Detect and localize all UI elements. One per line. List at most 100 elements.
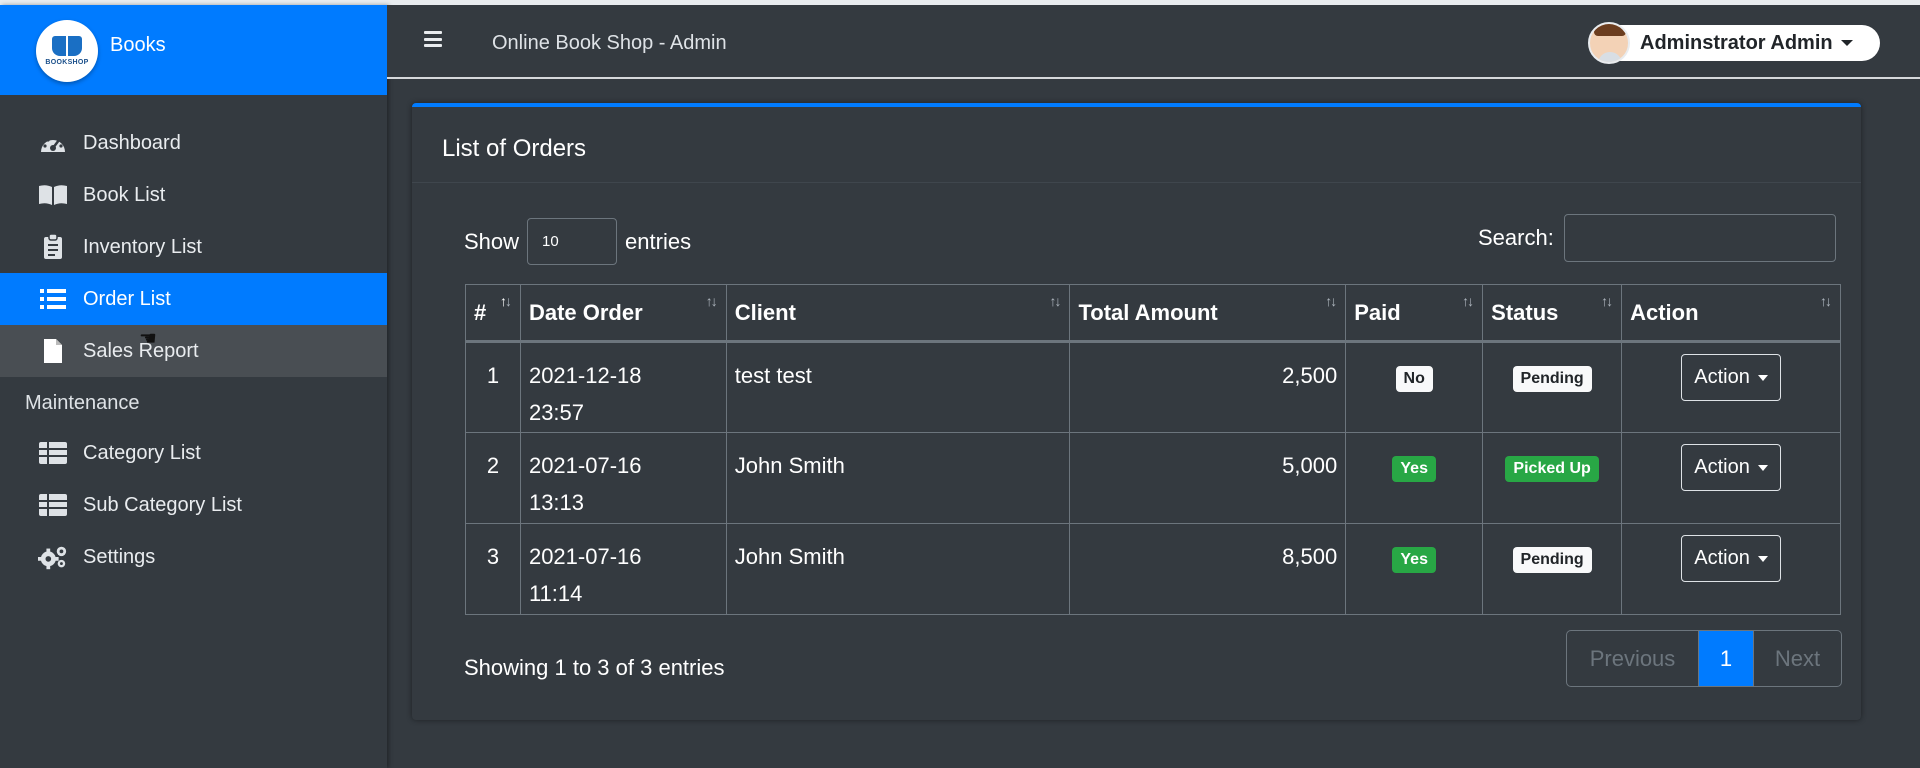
sidebar-item-label: Book List <box>83 183 166 206</box>
search-label: Search: <box>1478 225 1554 250</box>
action-dropdown-button[interactable]: Action <box>1681 354 1781 401</box>
orders-table: # ↑↓ Date Order ↑↓ Client ↑↓ Total Amount ↑↓… <box>465 284 1841 615</box>
column-header-number[interactable]: # ↑↓ <box>465 284 521 343</box>
pagination-previous-button[interactable]: Previous <box>1567 631 1699 686</box>
file-icon <box>38 338 68 364</box>
sidebar-item-book-list[interactable]: Book List <box>0 169 387 221</box>
sidebar-item-label: Order List <box>83 287 171 310</box>
entries-length-select[interactable]: 10 <box>527 218 618 265</box>
chevron-down-icon <box>1757 374 1768 381</box>
mouse-cursor-icon: ☚ <box>139 328 157 350</box>
row-action: Action <box>1621 523 1841 615</box>
table-row: 1 2021-12-18 23:57 test test 2,500 No Pen… <box>465 341 1841 433</box>
sort-icon: ↑↓ <box>1601 293 1613 309</box>
status-badge: Pending <box>1512 366 1592 392</box>
show-label: Show <box>464 228 520 254</box>
paid-badge: No <box>1395 366 1433 392</box>
sidebar-item-label: Dashboard <box>83 131 181 154</box>
column-header-date-order[interactable]: Date Order ↑↓ <box>519 284 727 343</box>
sidebar: BOOKSHOP Books Dashboard Book List Inven… <box>0 5 387 768</box>
book-logo-icon <box>52 36 82 56</box>
column-header-total-amount[interactable]: Total Amount ↑↓ <box>1069 284 1347 343</box>
row-action: Action <box>1621 432 1841 524</box>
entries-label: entries <box>625 228 692 254</box>
table-icon <box>38 440 68 466</box>
sidebar-item-settings[interactable]: Settings <box>0 531 387 583</box>
row-paid: No <box>1345 341 1484 433</box>
avatar <box>1588 22 1630 64</box>
table-icon <box>38 492 68 518</box>
brand-logo: BOOKSHOP <box>36 20 98 82</box>
row-status: Pending <box>1482 523 1623 615</box>
orders-card: List of Orders Show 10 entries Search: #… <box>412 103 1861 720</box>
hamburger-menu-icon[interactable] <box>424 31 442 47</box>
user-menu-button[interactable]: Adminstrator Admin <box>1588 22 1880 64</box>
sidebar-item-category-list[interactable]: Category List <box>0 427 387 479</box>
dashboard-icon <box>38 130 68 156</box>
row-number: 3 <box>465 523 521 615</box>
action-dropdown-button[interactable]: Action <box>1681 444 1781 491</box>
row-action: Action <box>1621 341 1841 433</box>
table-row: 3 2021-07-16 11:14 John Smith 8,500 Yes P… <box>465 523 1841 615</box>
chevron-down-icon <box>1840 40 1853 46</box>
sidebar-item-dashboard[interactable]: Dashboard <box>0 117 387 169</box>
clipboard-icon <box>38 234 68 260</box>
top-navbar: Online Book Shop - Admin Adminstrator Ad… <box>387 5 1920 79</box>
card-header: List of Orders <box>412 107 1861 183</box>
sort-icon: ↑↓ <box>1049 293 1061 309</box>
row-client: John Smith <box>725 432 1071 524</box>
row-total-amount: 8,500 <box>1069 523 1347 615</box>
pagination: Previous 1 Next <box>1566 630 1842 687</box>
row-status: Picked Up <box>1482 432 1623 524</box>
table-row: 2 2021-07-16 13:13 John Smith 5,000 Yes P… <box>465 432 1841 524</box>
sort-icon: ↑↓ <box>1820 293 1832 309</box>
brand-logo-text: BOOKSHOP <box>45 59 89 66</box>
book-icon <box>38 182 68 208</box>
chevron-down-icon <box>1757 464 1768 471</box>
user-name: Adminstrator Admin <box>1640 31 1833 54</box>
sidebar-item-label: Settings <box>83 545 156 568</box>
pagination-page-1[interactable]: 1 <box>1699 631 1753 686</box>
row-date-order: 2021-07-16 13:13 <box>519 432 727 524</box>
sidebar-section-maintenance: Maintenance <box>25 391 140 414</box>
sort-icon: ↑↓ <box>705 293 718 309</box>
status-badge: Picked Up <box>1505 456 1599 482</box>
sidebar-nav: Dashboard Book List Inventory List Order… <box>0 117 387 583</box>
column-header-paid[interactable]: Paid ↑↓ <box>1345 284 1484 343</box>
sidebar-item-sales-report[interactable]: Sales Report <box>0 325 387 377</box>
chevron-down-icon <box>1757 555 1768 562</box>
table-search: Search: <box>1478 214 1836 262</box>
brand-link[interactable]: BOOKSHOP Books <box>0 5 387 95</box>
table-header-row: # ↑↓ Date Order ↑↓ Client ↑↓ Total Amount ↑↓… <box>465 284 1841 343</box>
sort-ascending-icon: ↑↓ <box>499 293 512 309</box>
sidebar-item-label: Inventory List <box>83 235 202 258</box>
sort-icon: ↑↓ <box>1325 293 1337 309</box>
row-number: 1 <box>465 341 521 433</box>
pagination-next-button[interactable]: Next <box>1753 631 1841 686</box>
paid-badge: Yes <box>1392 456 1436 482</box>
row-client: John Smith <box>725 523 1071 615</box>
sidebar-item-sub-category-list[interactable]: Sub Category List <box>0 479 387 531</box>
sidebar-item-label: Category List <box>83 441 201 464</box>
row-total-amount: 5,000 <box>1069 432 1347 524</box>
row-number: 2 <box>465 432 521 524</box>
row-paid: Yes <box>1345 432 1484 524</box>
sidebar-item-label: Sub Category List <box>83 493 242 516</box>
row-status: Pending <box>1482 341 1623 433</box>
sidebar-item-order-list[interactable]: Order List <box>0 273 387 325</box>
sort-icon: ↑↓ <box>1462 293 1474 309</box>
column-header-status[interactable]: Status ↑↓ <box>1482 284 1623 343</box>
column-header-client[interactable]: Client ↑↓ <box>725 284 1071 343</box>
action-dropdown-button[interactable]: Action <box>1681 535 1781 582</box>
row-date-order: 2021-07-16 11:14 <box>519 523 727 615</box>
page-title: Online Book Shop - Admin <box>492 32 727 54</box>
paid-badge: Yes <box>1392 547 1436 573</box>
sidebar-item-inventory-list[interactable]: Inventory List <box>0 221 387 273</box>
gears-icon <box>38 544 68 570</box>
card-title: List of Orders <box>442 135 587 162</box>
brand-title: Books <box>110 34 166 56</box>
column-header-action[interactable]: Action ↑↓ <box>1621 284 1841 343</box>
row-date-order: 2021-12-18 23:57 <box>519 341 727 433</box>
search-input[interactable] <box>1563 214 1836 262</box>
row-total-amount: 2,500 <box>1069 341 1347 433</box>
